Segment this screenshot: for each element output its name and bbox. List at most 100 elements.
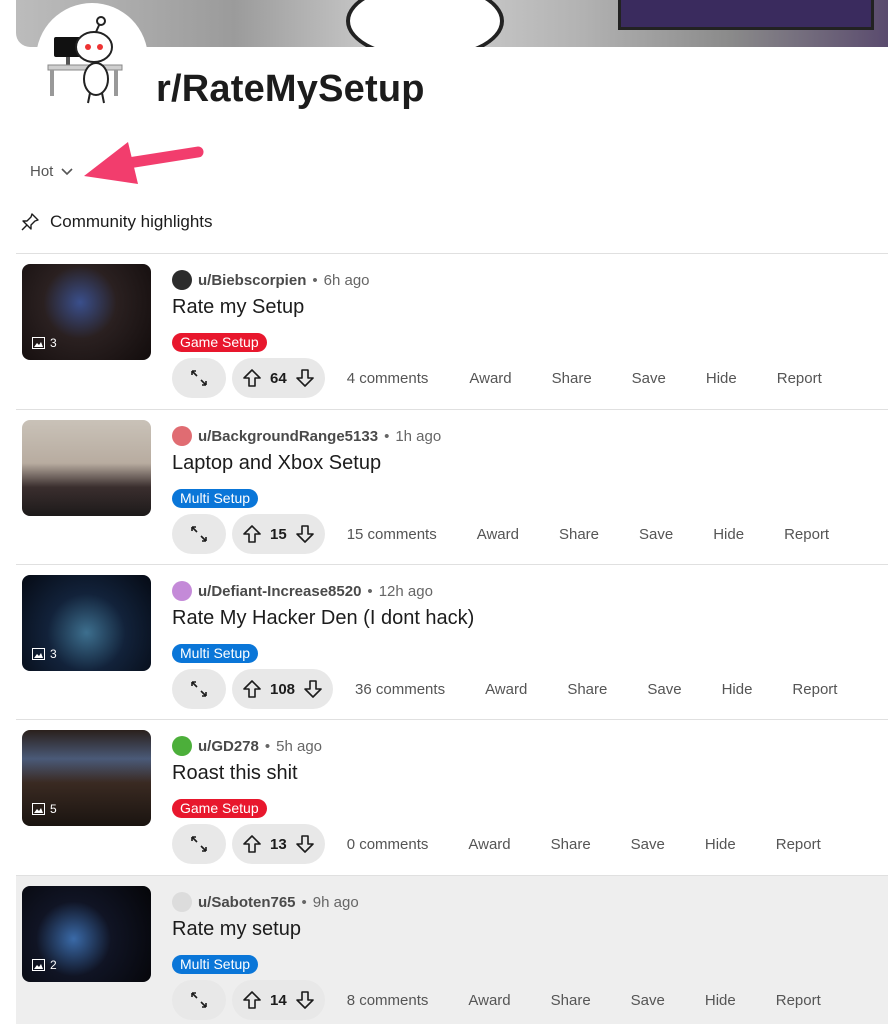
report-button[interactable]: Report: [792, 681, 837, 698]
post-card[interactable]: 3 u/Biebscorpien • 6h ago Rate my Setup …: [16, 254, 888, 408]
expand-icon: [191, 836, 207, 852]
post-author[interactable]: u/Saboten765: [198, 894, 296, 911]
report-button[interactable]: Report: [776, 836, 821, 853]
share-button[interactable]: Share: [567, 681, 607, 698]
post-title[interactable]: Rate my Setup: [172, 296, 304, 319]
image-count-badge: 3: [32, 647, 57, 661]
expand-button[interactable]: [172, 824, 226, 864]
award-button[interactable]: Award: [468, 992, 510, 1009]
upvote-icon[interactable]: [242, 834, 262, 854]
upvote-icon[interactable]: [242, 524, 262, 544]
downvote-icon[interactable]: [295, 368, 315, 388]
upvote-icon[interactable]: [242, 679, 262, 699]
comments-button[interactable]: 15 comments: [347, 526, 437, 543]
post-title[interactable]: Roast this shit: [172, 762, 298, 785]
community-highlights[interactable]: Community highlights: [20, 212, 213, 232]
gallery-icon: [32, 337, 45, 349]
upvote-icon[interactable]: [242, 990, 262, 1010]
expand-button[interactable]: [172, 669, 226, 709]
post-author[interactable]: u/GD278: [198, 738, 259, 755]
save-button[interactable]: Save: [631, 836, 665, 853]
post-title[interactable]: Laptop and Xbox Setup: [172, 452, 381, 475]
downvote-icon[interactable]: [295, 834, 315, 854]
downvote-icon[interactable]: [303, 679, 323, 699]
post-card[interactable]: 3 u/Defiant-Increase8520 • 12h ago Rate …: [16, 565, 888, 719]
share-button[interactable]: Share: [551, 836, 591, 853]
post-thumbnail[interactable]: [22, 420, 151, 516]
hide-button[interactable]: Hide: [722, 681, 753, 698]
post-time: 5h ago: [276, 737, 323, 755]
meta-separator: •: [264, 737, 271, 755]
hide-button[interactable]: Hide: [713, 526, 744, 543]
user-avatar[interactable]: [172, 892, 192, 912]
post-title[interactable]: Rate my setup: [172, 918, 301, 941]
report-button[interactable]: Report: [777, 370, 822, 387]
user-avatar[interactable]: [172, 426, 192, 446]
share-button[interactable]: Share: [559, 526, 599, 543]
gallery-icon: [32, 648, 45, 660]
award-button[interactable]: Award: [468, 836, 510, 853]
post-card[interactable]: u/BackgroundRange5133 • 1h ago Laptop an…: [16, 410, 888, 564]
expand-button[interactable]: [172, 514, 226, 554]
expand-icon: [191, 681, 207, 697]
user-avatar[interactable]: [172, 736, 192, 756]
post-flair[interactable]: Game Setup: [172, 333, 267, 352]
post-thumbnail[interactable]: 3: [22, 575, 151, 671]
post-thumbnail[interactable]: 2: [22, 886, 151, 982]
comments-button[interactable]: 8 comments: [347, 992, 429, 1009]
downvote-icon[interactable]: [295, 990, 315, 1010]
report-button[interactable]: Report: [784, 526, 829, 543]
vote-count: 108: [270, 680, 296, 698]
sort-dropdown[interactable]: Hot: [30, 163, 73, 180]
upvote-icon[interactable]: [242, 368, 262, 388]
vote-control: 13: [232, 824, 325, 864]
hide-button[interactable]: Hide: [705, 992, 736, 1009]
image-count-badge: 5: [32, 802, 57, 816]
save-button[interactable]: Save: [632, 370, 666, 387]
post-author[interactable]: u/Biebscorpien: [198, 272, 306, 289]
expand-button[interactable]: [172, 358, 226, 398]
expand-button[interactable]: [172, 980, 226, 1020]
banner-artwork: [346, 0, 504, 47]
comments-button[interactable]: 4 comments: [347, 370, 429, 387]
post-flair[interactable]: Multi Setup: [172, 489, 259, 508]
post-card[interactable]: 5 u/GD278 • 5h ago Roast this shit Game …: [16, 720, 888, 874]
share-button[interactable]: Share: [551, 992, 591, 1009]
gallery-icon: [32, 959, 45, 971]
post-author[interactable]: u/BackgroundRange5133: [198, 428, 378, 445]
expand-icon: [191, 992, 207, 1008]
save-button[interactable]: Save: [639, 526, 673, 543]
user-avatar[interactable]: [172, 270, 192, 290]
post-thumbnail[interactable]: 5: [22, 730, 151, 826]
post-actions: 108 36 comments Award Share Save Hide Re…: [172, 669, 837, 709]
vote-control: 15: [232, 514, 325, 554]
user-avatar[interactable]: [172, 581, 192, 601]
hide-button[interactable]: Hide: [705, 836, 736, 853]
community-avatar[interactable]: [36, 3, 148, 115]
post-flair[interactable]: Game Setup: [172, 799, 267, 818]
save-button[interactable]: Save: [647, 681, 681, 698]
award-button[interactable]: Award: [477, 526, 519, 543]
post-card[interactable]: 2 u/Saboten765 • 9h ago Rate my setup Mu…: [16, 876, 888, 1024]
post-title[interactable]: Rate My Hacker Den (I dont hack): [172, 607, 474, 630]
post-thumbnail[interactable]: 3: [22, 264, 151, 360]
post-author[interactable]: u/Defiant-Increase8520: [198, 583, 361, 600]
save-button[interactable]: Save: [631, 992, 665, 1009]
comments-button[interactable]: 36 comments: [355, 681, 445, 698]
comments-button[interactable]: 0 comments: [347, 836, 429, 853]
post-flair[interactable]: Multi Setup: [172, 644, 259, 663]
downvote-icon[interactable]: [295, 524, 315, 544]
report-button[interactable]: Report: [776, 992, 821, 1009]
post-flair[interactable]: Multi Setup: [172, 955, 259, 974]
share-button[interactable]: Share: [552, 370, 592, 387]
award-button[interactable]: Award: [469, 370, 511, 387]
snoo-desk-icon: [47, 16, 123, 104]
pin-icon: [21, 213, 39, 231]
award-button[interactable]: Award: [485, 681, 527, 698]
post-meta: u/Defiant-Increase8520 • 12h ago: [172, 581, 433, 601]
vote-control: 14: [232, 980, 325, 1020]
post-meta: u/Biebscorpien • 6h ago: [172, 270, 370, 290]
hide-button[interactable]: Hide: [706, 370, 737, 387]
meta-separator: •: [367, 582, 373, 600]
expand-icon: [191, 526, 207, 542]
